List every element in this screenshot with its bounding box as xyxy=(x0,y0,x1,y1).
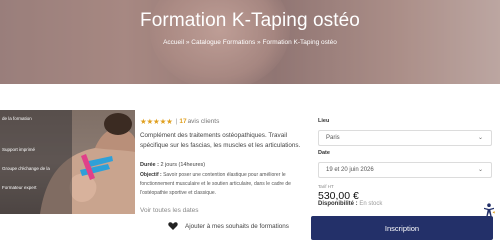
breadcrumb-catalogue-link[interactable]: Catalogue Formations xyxy=(191,39,255,46)
chevron-down-icon: ⌄ xyxy=(477,135,483,141)
lieu-select[interactable]: Paris ⌄ xyxy=(318,130,492,146)
inscription-button[interactable]: Inscription xyxy=(311,216,493,240)
breadcrumb: Accueil » Catalogue Formations » Formati… xyxy=(0,39,500,46)
photo-overlay-item: Groupe d'échange de la xyxy=(2,166,50,171)
photo-overlay-menu: de la formation Support imprimé Groupe d… xyxy=(0,110,72,214)
rating-stars: ★★★★★ xyxy=(140,117,173,126)
photo-overlay-item: de la formation xyxy=(2,116,32,121)
page-title: Formation K-Taping ostéo xyxy=(140,10,360,31)
lieu-selected-value: Paris xyxy=(326,135,340,141)
accessibility-icon[interactable] xyxy=(483,203,495,217)
date-label: Date xyxy=(318,150,330,156)
product-objective: Objectif : Savoir poser une contention é… xyxy=(140,171,310,197)
date-select[interactable]: 19 et 20 juin 2026 ⌄ xyxy=(318,162,492,178)
heart-icon xyxy=(168,222,178,230)
breadcrumb-current: Formation K-Taping ostéo xyxy=(262,39,337,46)
duration-label: Durée : xyxy=(140,162,159,168)
objective-value: Savoir poser une contention élastique po… xyxy=(140,172,291,196)
availability: Disponibilité : En stock xyxy=(318,201,382,207)
product-description: Complément des traitements ostéopathique… xyxy=(140,132,301,149)
rating-count[interactable]: 17 xyxy=(179,118,186,125)
objective-label: Objectif : xyxy=(140,172,162,178)
date-selected-value: 19 et 20 juin 2026 xyxy=(326,167,374,173)
breadcrumb-home-link[interactable]: Accueil xyxy=(163,39,184,46)
rating-summary: ★★★★★ | 17 avis clients xyxy=(140,117,220,126)
availability-value: En stock xyxy=(359,201,383,207)
product-photo: de la formation Support imprimé Groupe d… xyxy=(0,110,135,214)
duration-value: 2 jours (14heures) xyxy=(160,162,206,168)
lieu-label: Lieu xyxy=(318,118,330,124)
breadcrumb-separator: » xyxy=(185,39,190,46)
chevron-down-icon: ⌄ xyxy=(477,167,483,173)
wishlist-label: Ajouter à mes souhaits de formations xyxy=(185,222,289,230)
rating-clients-link[interactable]: avis clients xyxy=(188,118,220,125)
hero-banner: Formation K-Taping ostéo Accueil » Catal… xyxy=(0,0,500,84)
breadcrumb-separator: » xyxy=(257,39,261,46)
add-to-wishlist-button[interactable]: Ajouter à mes souhaits de formations xyxy=(168,221,289,231)
availability-label: Disponibilité : xyxy=(318,201,358,207)
see-all-dates-link[interactable]: Voir toutes les dates xyxy=(140,207,199,214)
product-duration: Durée : 2 jours (14heures) xyxy=(140,162,205,168)
tarif-label: Tarif HT xyxy=(318,184,334,189)
photo-overlay-item: Formateur expert xyxy=(2,185,37,190)
photo-overlay-item: Support imprimé xyxy=(2,147,36,152)
